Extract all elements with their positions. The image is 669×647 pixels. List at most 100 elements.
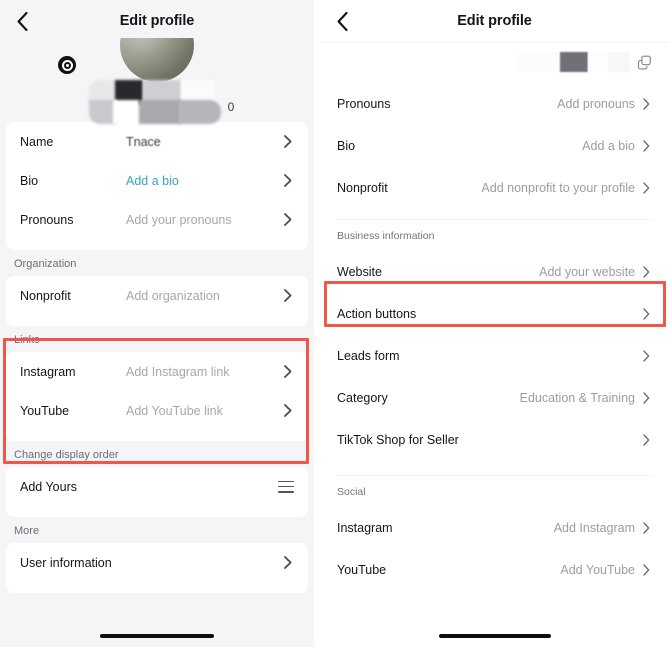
row-youtube[interactable]: YouTube Add YouTube (320, 549, 669, 591)
back-button[interactable] (330, 9, 354, 33)
card-padding (6, 506, 308, 517)
row-leads-form[interactable]: Leads form (320, 335, 669, 377)
chevron-right-icon (282, 135, 294, 148)
chevron-left-icon (17, 11, 28, 31)
home-indicator (438, 634, 551, 638)
chevron-right-icon (642, 350, 651, 362)
avatar-image (120, 38, 194, 82)
copy-icon[interactable] (637, 55, 652, 70)
section-label-organization: Organization (0, 250, 314, 276)
row-value: Add Instagram link (126, 364, 230, 379)
row-add-yours[interactable]: Add Yours (6, 467, 308, 506)
organization-card: Nonprofit Add organization (6, 276, 308, 326)
row-label: YouTube (20, 403, 70, 418)
row-instagram[interactable]: Instagram Add Instagram (320, 507, 669, 549)
page-title: Edit profile (457, 13, 532, 29)
chevron-right-icon (282, 174, 294, 187)
row-value: Add a bio (582, 139, 635, 153)
row-label: User information (20, 555, 112, 570)
row-nonprofit[interactable]: Nonprofit Add nonprofit to your profile (320, 167, 669, 209)
row-label: TikTok Shop for Seller (337, 433, 459, 447)
row-value: Add a bio (126, 173, 179, 188)
chevron-right-icon (642, 140, 651, 152)
chevron-right-icon (282, 213, 294, 226)
row-pronouns[interactable]: Pronouns Add pronouns (320, 83, 669, 125)
display-order-card: Add Yours (6, 467, 308, 517)
row-value: Add Instagram (553, 521, 635, 535)
section-label-social: Social (320, 476, 669, 507)
row-user-information[interactable]: User information (6, 543, 308, 582)
chevron-right-icon (642, 98, 651, 110)
section-label-business: Business information (320, 220, 669, 251)
row-value: Add your pronouns (126, 212, 232, 227)
left-phone-screen: Edit profile 0 Name Tnace Bio Add a bio … (0, 0, 314, 647)
row-bio[interactable]: Bio Add a bio (320, 125, 669, 167)
row-value: Add nonprofit to your profile (481, 181, 635, 195)
chevron-right-icon (642, 434, 651, 446)
section-label-links: Links (0, 326, 314, 352)
chevron-right-icon (642, 392, 651, 404)
row-label: Category (337, 391, 388, 405)
row-pronouns[interactable]: Pronouns Add your pronouns (6, 200, 308, 239)
row-label: Bio (20, 173, 39, 188)
chevron-right-icon (282, 404, 294, 417)
row-label: Pronouns (337, 97, 391, 111)
row-name[interactable]: Name Tnace (6, 122, 308, 161)
card-padding (6, 315, 308, 326)
row-value: Add organization (126, 288, 220, 303)
row-category[interactable]: Category Education & Training (320, 377, 669, 419)
row-label: Pronouns (20, 212, 74, 227)
chevron-right-icon (282, 556, 294, 569)
row-website[interactable]: Website Add your website (320, 251, 669, 293)
section-label-display-order: Change display order (0, 441, 314, 467)
row-label: Website (337, 265, 382, 279)
row-label: Bio (337, 139, 356, 153)
row-label: Leads form (337, 349, 400, 363)
profile-card: Name Tnace Bio Add a bio Pronouns Add yo… (6, 122, 308, 250)
row-label: Add Yours (20, 479, 77, 494)
section-label-more: More (0, 517, 314, 543)
screenshot-root: Edit profile 0 Name Tnace Bio Add a bio … (0, 0, 669, 647)
chevron-right-icon (282, 289, 294, 302)
row-nonprofit[interactable]: Nonprofit Add organization (6, 276, 308, 315)
back-button[interactable] (10, 9, 34, 33)
chevron-right-icon (642, 266, 651, 278)
links-card: Instagram Add Instagram link YouTube Add… (6, 352, 308, 441)
left-header: Edit profile (0, 0, 314, 42)
row-value: Add YouTube link (126, 403, 223, 418)
row-instagram[interactable]: Instagram Add Instagram link (6, 352, 308, 391)
hamburger-drag-icon[interactable] (278, 480, 294, 493)
row-value: Add pronouns (557, 97, 635, 111)
redacted-top-row (320, 43, 669, 83)
row-label: Instagram (337, 521, 393, 535)
row-tiktok-shop-for-seller[interactable]: TikTok Shop for Seller (320, 419, 669, 461)
row-value: Add YouTube (560, 563, 635, 577)
row-label: Action buttons (337, 307, 417, 321)
username-trailing-text: 0 (227, 100, 235, 114)
page-title: Edit profile (119, 13, 195, 29)
row-label: YouTube (337, 563, 387, 577)
chevron-right-icon (282, 365, 294, 378)
chevron-right-icon (642, 308, 651, 320)
chevron-right-icon (642, 182, 651, 194)
row-action-buttons[interactable]: Action buttons (320, 293, 669, 335)
chevron-right-icon (642, 564, 651, 576)
chevron-right-icon (642, 522, 651, 534)
row-value: Tnace (126, 134, 161, 149)
right-phone-screen: Edit profile Pronouns Add pronouns Bio A… (320, 0, 669, 647)
row-value: Add your website (539, 265, 635, 279)
card-padding (6, 239, 308, 250)
row-youtube[interactable]: YouTube Add YouTube link (6, 391, 308, 430)
row-bio[interactable]: Bio Add a bio (6, 161, 308, 200)
camera-badge-icon[interactable] (56, 54, 78, 76)
right-header: Edit profile (320, 0, 669, 42)
more-card: User information (6, 543, 308, 593)
row-label: Nonprofit (337, 181, 388, 195)
row-value: Education & Training (519, 391, 635, 405)
row-label: Instagram (20, 364, 76, 379)
avatar[interactable] (120, 38, 194, 82)
row-label: Nonprofit (20, 288, 71, 303)
row-label: Name (20, 134, 54, 149)
card-padding (6, 582, 308, 593)
card-padding (6, 430, 308, 441)
